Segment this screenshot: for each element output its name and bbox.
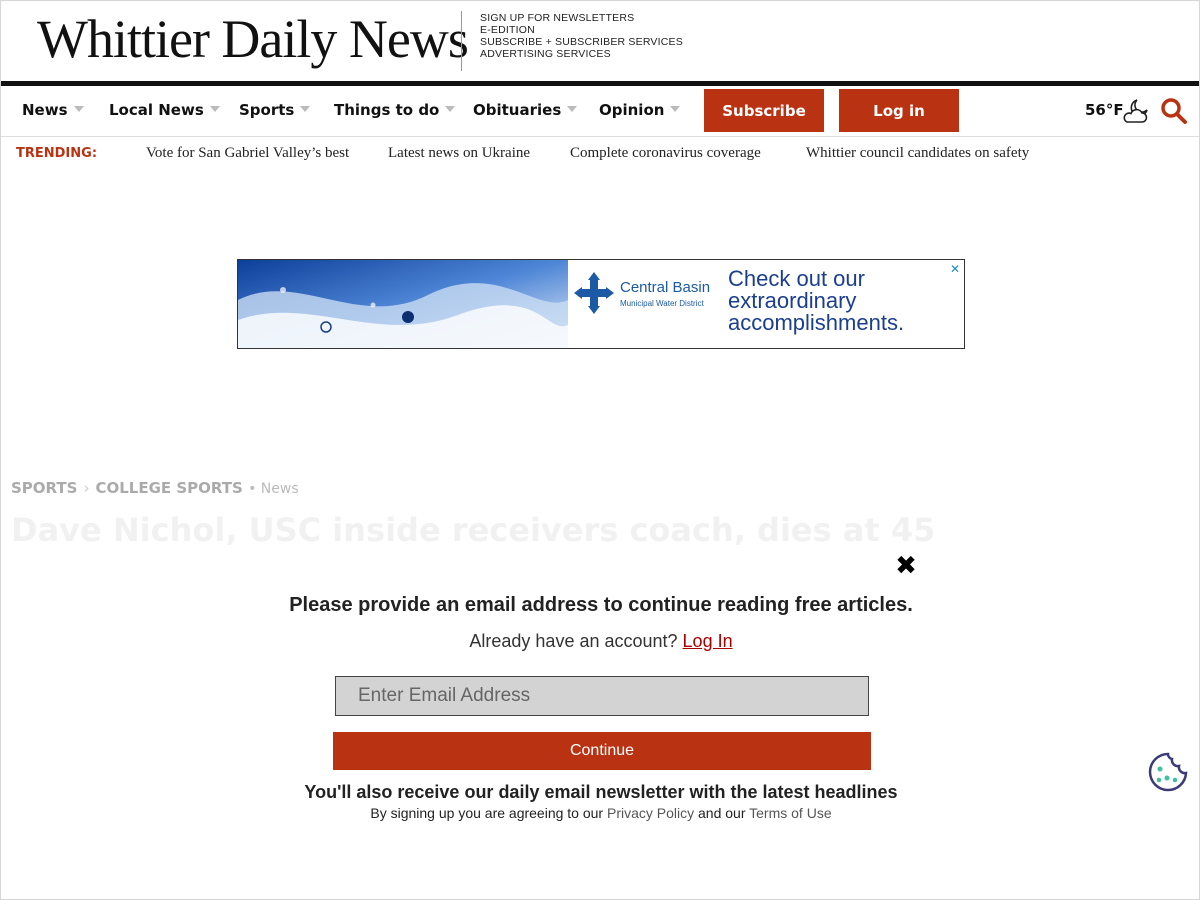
modal-account-prompt: Already have an account? Log In	[1, 631, 1199, 652]
nav-item-local-news[interactable]: Local News	[109, 101, 220, 119]
terms-mid: and our	[694, 805, 750, 821]
trending-link[interactable]: Latest news on Ukraine	[388, 145, 530, 162]
newsletter-link[interactable]: SIGN UP FOR NEWSLETTERS	[480, 12, 683, 24]
nav-label: Obituaries	[473, 101, 562, 119]
nav-item-sports[interactable]: Sports	[239, 101, 311, 119]
masthead-divider	[461, 11, 462, 71]
caret-down-icon	[73, 105, 84, 112]
breadcrumb: SPORTS › COLLEGE SPORTS • News	[11, 479, 299, 497]
nav-label: Sports	[239, 101, 295, 119]
terms-note: By signing up you are agreeing to our Pr…	[1, 805, 1199, 821]
chevron-right-icon: ›	[83, 479, 90, 497]
ad-brand: Central Basin Municipal Water District	[620, 280, 710, 312]
masthead: Whittier Daily News SIGN UP FOR NEWSLETT…	[1, 1, 1199, 81]
nav-label: Things to do	[334, 101, 440, 119]
nav-item-things-to-do[interactable]: Things to do	[334, 101, 456, 119]
login-button[interactable]: Log in	[839, 89, 959, 132]
weather-temp[interactable]: 56°F	[1085, 101, 1124, 119]
caret-down-icon	[445, 105, 456, 112]
ad-headline: Check out our extraordinary accomplishme…	[728, 266, 905, 335]
nav-label: News	[22, 101, 68, 119]
trending-bar: TRENDING: Vote for San Gabriel Valley’s …	[1, 138, 1199, 170]
breadcrumb-sports[interactable]: SPORTS	[11, 479, 77, 497]
close-icon[interactable]: ✖	[893, 553, 919, 579]
newsletter-note: You'll also receive our daily email news…	[304, 782, 898, 802]
main-nav: News Local News Sports Things to do Obit…	[1, 86, 1199, 137]
masthead-links: SIGN UP FOR NEWSLETTERS E-EDITION SUBSCR…	[480, 12, 683, 60]
subscribe-button[interactable]: Subscribe	[704, 89, 824, 132]
article-title: Dave Nichol, USC inside receivers coach,…	[11, 511, 936, 545]
account-prompt-text: Already have an account?	[469, 631, 683, 651]
caret-down-icon	[300, 105, 311, 112]
caret-down-icon	[670, 105, 681, 112]
search-icon[interactable]	[1160, 97, 1188, 125]
ad-brand-name: Central Basin	[620, 279, 711, 296]
advertising-link[interactable]: ADVERTISING SERVICES	[480, 48, 683, 60]
cookie-icon[interactable]	[1147, 751, 1189, 793]
trending-link[interactable]: Complete coronavirus coverage	[570, 145, 761, 162]
terms-of-use-link[interactable]: Terms of Use	[749, 805, 831, 821]
privacy-policy-link[interactable]: Privacy Policy	[607, 805, 694, 821]
trending-link[interactable]: Vote for San Gabriel Valley’s best	[146, 145, 349, 162]
terms-prefix: By signing up you are agreeing to our	[370, 805, 607, 821]
nav-item-opinion[interactable]: Opinion	[599, 101, 681, 119]
partly-cloudy-night-icon[interactable]	[1121, 96, 1151, 126]
water-splash-image	[238, 260, 568, 348]
subscriber-services-link[interactable]: SUBSCRIBE + SUBSCRIBER SERVICES	[480, 36, 683, 48]
e-edition-link[interactable]: E-EDITION	[480, 24, 683, 36]
site-logo[interactable]: Whittier Daily News	[37, 7, 469, 71]
breadcrumb-news[interactable]: • News	[248, 481, 299, 497]
modal-heading: Please provide an email address to conti…	[289, 594, 913, 616]
nav-item-news[interactable]: News	[22, 101, 84, 119]
trending-link[interactable]: Whittier council candidates on safety	[806, 145, 1029, 162]
page: Whittier Daily News SIGN UP FOR NEWSLETT…	[0, 0, 1200, 900]
ad-brand-sub: Municipal Water District	[620, 299, 704, 308]
continue-button[interactable]: Continue	[333, 732, 871, 770]
nav-label: Local News	[109, 101, 204, 119]
nav-item-obituaries[interactable]: Obituaries	[473, 101, 578, 119]
caret-down-icon	[209, 105, 220, 112]
trending-label: TRENDING:	[16, 146, 98, 161]
ad-close-icon[interactable]: ✕	[950, 262, 960, 276]
modal-login-link[interactable]: Log In	[683, 631, 733, 651]
breadcrumb-college-sports[interactable]: COLLEGE SPORTS	[95, 479, 242, 497]
email-field[interactable]	[335, 676, 869, 716]
ad-banner[interactable]: Central Basin Municipal Water District C…	[237, 259, 965, 349]
nav-label: Opinion	[599, 101, 665, 119]
caret-down-icon	[567, 105, 578, 112]
